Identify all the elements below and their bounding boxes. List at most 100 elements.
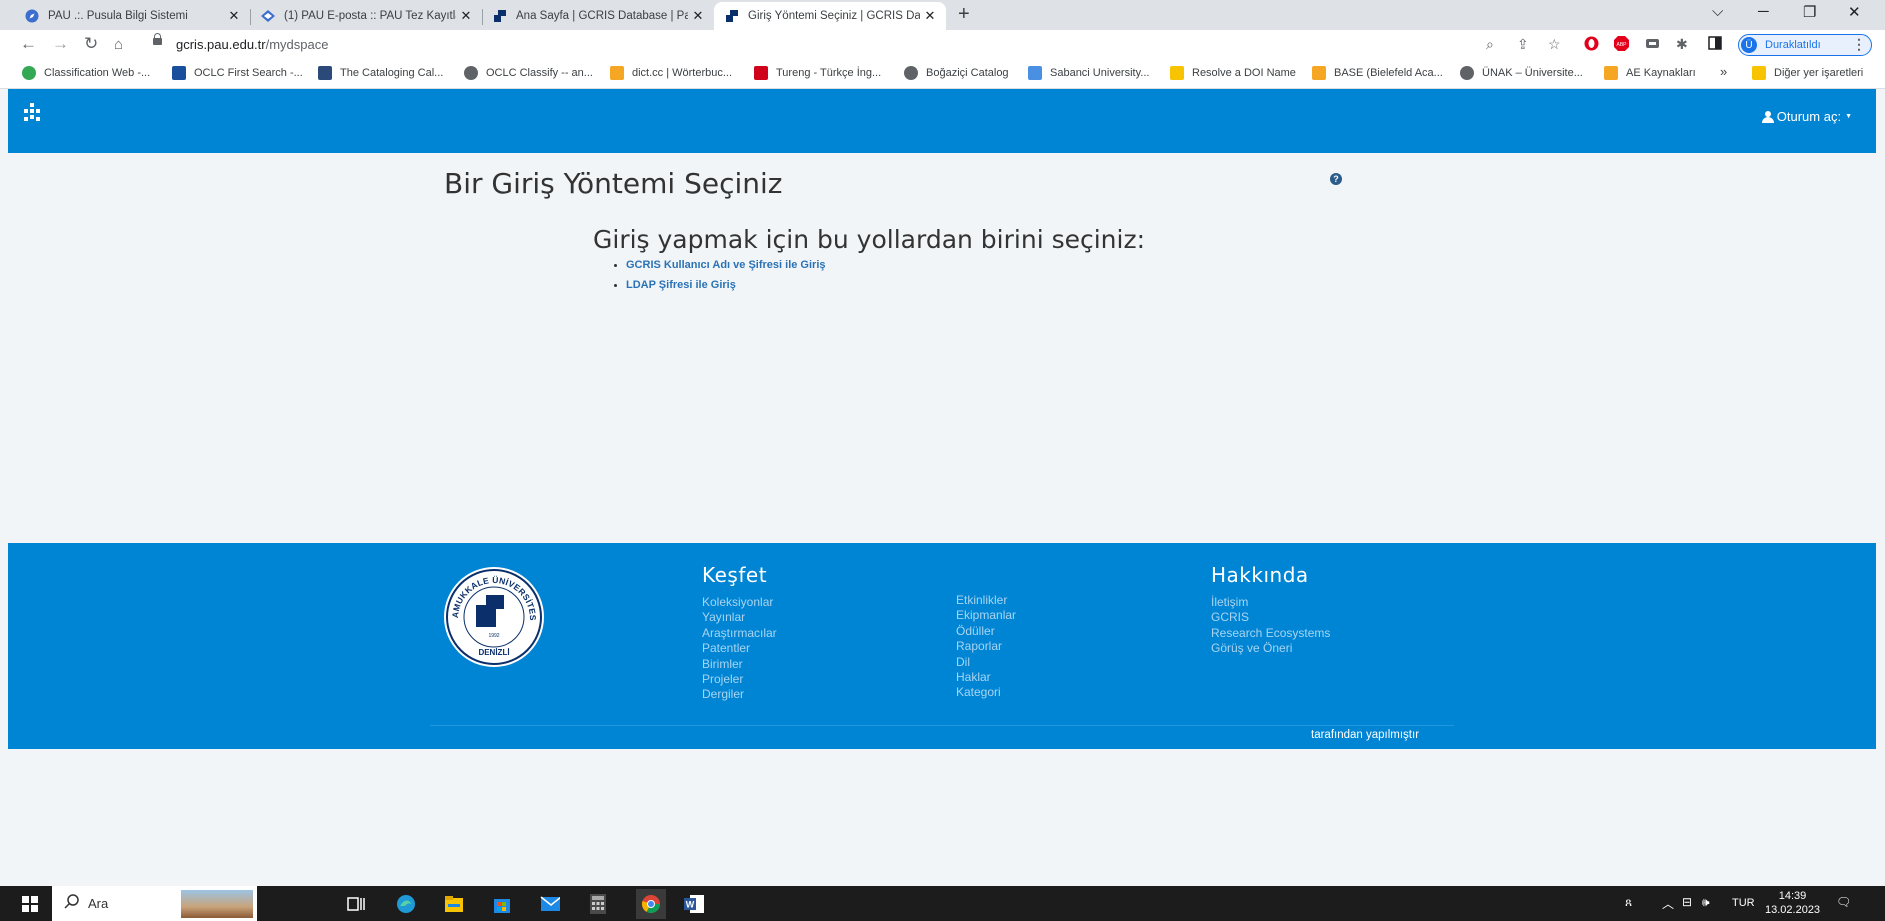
footer-link-research-ecosystems[interactable]: Research Ecosystems	[1211, 626, 1330, 641]
zoom-icon[interactable]: ⌕	[1486, 36, 1494, 53]
bookmark-item[interactable]: ÜNAK – Üniversite...	[1460, 66, 1583, 80]
mail-icon[interactable]	[540, 894, 560, 914]
bookmark-item[interactable]: OCLC First Search -...	[172, 66, 303, 80]
file-explorer-icon[interactable]	[444, 894, 464, 914]
main-content: Bir Giriş Yöntemi Seçiniz ? Giriş yapmak…	[8, 153, 1876, 543]
footer-credit[interactable]: tarafından yapılmıştır	[1311, 729, 1419, 741]
footer-link-oduller[interactable]: Ödüller	[956, 624, 1016, 639]
seal-bottom-text: DENİZLİ	[478, 648, 509, 657]
task-view-icon[interactable]	[346, 894, 366, 914]
extension-icon[interactable]	[1645, 36, 1660, 54]
gcris-login-link[interactable]: GCRIS Kullanıcı Adı ve Şifresi ile Giriş	[614, 259, 826, 271]
tab-close-icon[interactable]: ✕	[224, 8, 244, 24]
input-language[interactable]: TUR	[1732, 897, 1755, 909]
bookmark-item[interactable]: AE Kaynakları	[1604, 66, 1696, 80]
close-window-icon[interactable]: ✕	[1848, 3, 1861, 21]
profile-status: Duraklatıldı	[1765, 39, 1821, 51]
footer-link-gorus-oneri[interactable]: Görüş ve Öneri	[1211, 641, 1330, 656]
clock-date: 13.02.2023	[1765, 904, 1821, 916]
ae-icon	[1604, 66, 1618, 80]
tab-pusula[interactable]: PAÜ .:. Pusula Bilgi Sistemi ✕	[0, 2, 251, 30]
tab-close-icon[interactable]: ✕	[456, 8, 476, 24]
university-seal-logo[interactable]: PAMUKKALE ÜNİVERSİTESİ 1992 DENİZLİ	[444, 567, 544, 667]
people-icon[interactable]: ጸ	[1625, 895, 1632, 910]
back-icon[interactable]: ←	[20, 34, 37, 54]
show-hidden-icons-chevron[interactable]: ︿	[1662, 895, 1674, 912]
tab-eposta[interactable]: (1) PAÜ E-posta :: PAU Tez Kayıtla ✕	[250, 2, 483, 30]
network-icon[interactable]: ⊟	[1682, 895, 1692, 909]
login-menu[interactable]: Oturum aç: ▼	[1761, 109, 1852, 124]
edge-icon[interactable]	[396, 894, 416, 914]
bookmark-item[interactable]: Boğaziçi Catalog	[904, 66, 1009, 80]
tab-close-icon[interactable]: ✕	[920, 8, 940, 24]
tab-giris-yontemi[interactable]: Giriş Yöntemi Seçiniz | GCRIS Dat ✕	[714, 2, 946, 30]
footer-link-kategori[interactable]: Kategori	[956, 685, 1016, 700]
bookmark-star-icon[interactable]: ☆	[1548, 36, 1561, 53]
bookmark-item[interactable]: Tureng - Türkçe İng...	[754, 66, 881, 80]
tab-ana-sayfa[interactable]: Ana Sayfa | GCRIS Database | Par ✕	[482, 2, 714, 30]
share-icon[interactable]: ⇪	[1517, 36, 1529, 53]
ldap-login-link[interactable]: LDAP Şifresi ile Giriş	[614, 279, 826, 291]
bookmark-item[interactable]: BASE (Bielefeld Aca...	[1312, 66, 1443, 80]
bookmark-item[interactable]: Sabanci University...	[1028, 66, 1149, 80]
opera-extension-icon[interactable]	[1584, 36, 1599, 54]
chrome-icon[interactable]	[636, 889, 666, 919]
volume-icon[interactable]: 🕪	[1702, 895, 1710, 910]
puzzle-icon[interactable]: ✱	[1676, 36, 1688, 53]
footer-link-gcris[interactable]: GCRIS	[1211, 610, 1330, 625]
address-bar[interactable]: gcris.pau.edu.tr/mydspace	[176, 37, 328, 52]
footer-link-dergiler[interactable]: Dergiler	[702, 687, 777, 702]
footer-link-birimler[interactable]: Birimler	[702, 657, 777, 672]
bookmarks-bar: Classification Web -... OCLC First Searc…	[0, 60, 1885, 89]
notifications-icon[interactable]: 🗨	[1836, 895, 1851, 909]
windows-start-icon[interactable]	[20, 894, 40, 914]
footer-link-projeler[interactable]: Projeler	[702, 672, 777, 687]
minimize-icon[interactable]: ─	[1758, 3, 1769, 20]
store-icon[interactable]	[492, 894, 512, 914]
restore-icon[interactable]: ❐	[1803, 3, 1816, 21]
url-path: /mydspace	[265, 37, 329, 52]
dspace-logo-icon[interactable]	[22, 103, 42, 123]
bookmark-item[interactable]: dict.cc | Wörterbuc...	[610, 66, 732, 80]
footer-link-arastirmacilar[interactable]: Araştırmacılar	[702, 626, 777, 641]
tab-close-icon[interactable]: ✕	[688, 8, 708, 24]
about-column: Hakkında İletişim GCRIS Research Ecosyst…	[1211, 563, 1330, 657]
footer-link-yayinlar[interactable]: Yayınlar	[702, 610, 777, 625]
kebab-menu-icon[interactable]: ⋮	[1852, 36, 1866, 53]
calculator-icon[interactable]	[588, 894, 608, 914]
taskbar-clock[interactable]: 14:39 13.02.2023	[1765, 889, 1820, 917]
clock-time: 14:39	[1778, 890, 1807, 902]
footer-link-koleksiyonlar[interactable]: Koleksiyonlar	[702, 595, 777, 610]
avatar: Ü	[1741, 37, 1757, 53]
adblock-icon[interactable]: ABP	[1614, 36, 1629, 54]
bookmark-item[interactable]: The Cataloging Cal...	[318, 66, 443, 80]
svg-text:ABP: ABP	[1616, 42, 1627, 48]
search-icon	[64, 893, 80, 914]
login-label: Oturum aç:	[1776, 109, 1842, 124]
forward-icon[interactable]: →	[52, 34, 69, 54]
footer-link-haklar[interactable]: Haklar	[956, 670, 1016, 685]
footer-link-raporlar[interactable]: Raporlar	[956, 639, 1016, 654]
home-icon[interactable]: ⌂	[114, 36, 123, 53]
bookmark-item[interactable]: OCLC Classify -- an...	[464, 66, 593, 80]
more-bookmarks-button[interactable]: »	[1720, 64, 1727, 79]
other-bookmarks-folder[interactable]: Diğer yer işaretleri	[1752, 66, 1863, 80]
tab-search-chevron-icon[interactable]: ⌵	[1712, 3, 1723, 20]
help-icon[interactable]: ?	[1330, 173, 1342, 185]
bookmark-item[interactable]: Resolve a DOI Name	[1170, 66, 1296, 80]
footer-link-dil[interactable]: Dil	[956, 655, 1016, 670]
bookmark-item[interactable]: Classification Web -...	[22, 66, 150, 80]
footer-link-iletisim[interactable]: İletişim	[1211, 595, 1330, 610]
footer-link-ekipmanlar[interactable]: Ekipmanlar	[956, 608, 1016, 623]
taskbar-search-input[interactable]: Ara	[52, 886, 257, 921]
page-background	[8, 749, 1876, 886]
word-icon[interactable]: W	[684, 894, 704, 914]
side-panel-icon[interactable]	[1708, 36, 1722, 53]
reload-icon[interactable]: ↻	[84, 34, 98, 54]
gcris-icon	[492, 8, 508, 24]
lock-icon[interactable]	[153, 33, 162, 45]
footer-link-patentler[interactable]: Patentler	[702, 641, 777, 656]
footer-link-etkinlikler[interactable]: Etkinlikler	[956, 593, 1016, 608]
calendar-grid-icon	[318, 66, 332, 80]
new-tab-icon[interactable]: +	[958, 3, 970, 26]
